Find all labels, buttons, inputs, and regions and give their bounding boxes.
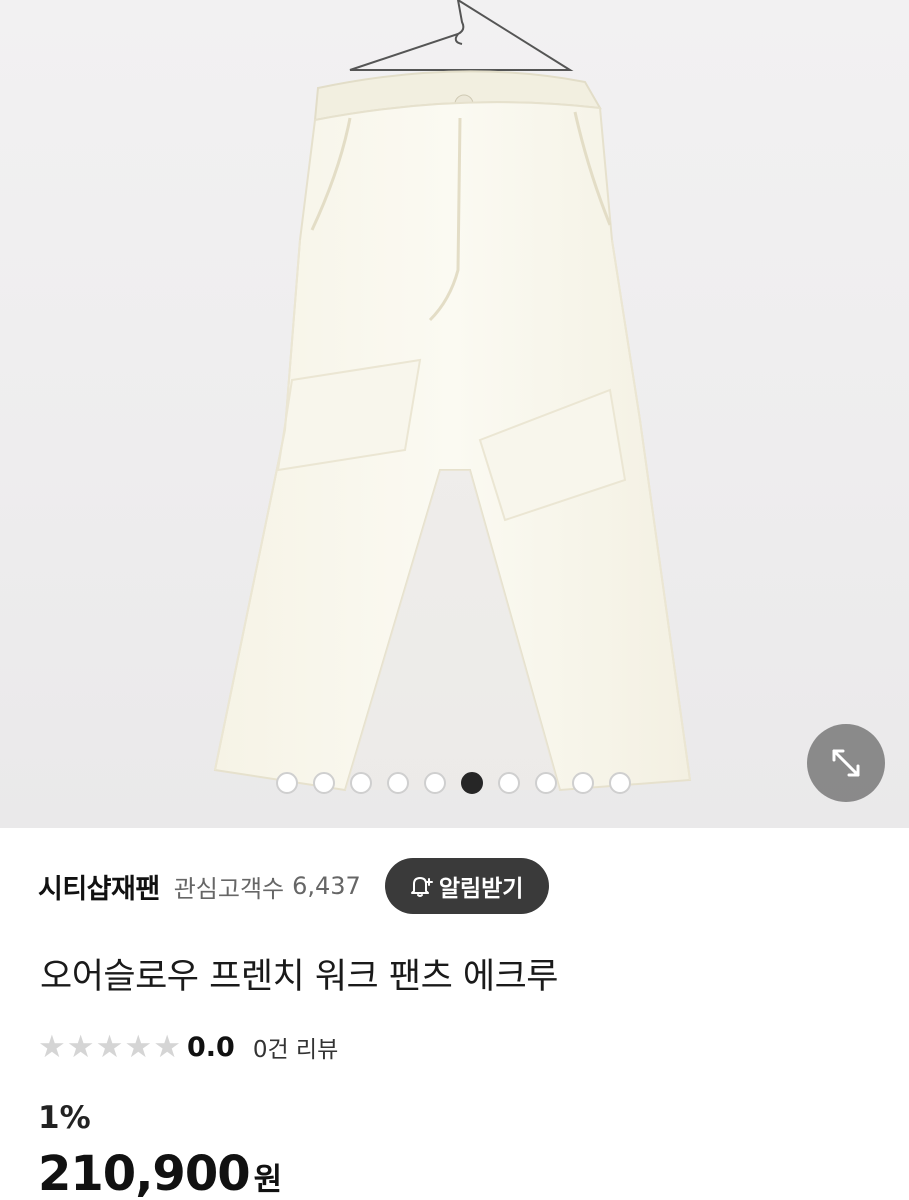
rating-row: ★ ★ ★ ★ ★ 0.0 0건 리뷰 — [38, 1028, 338, 1066]
discount-rate: 1% — [38, 1100, 91, 1136]
price-currency: 원 — [253, 1162, 283, 1198]
rating-value: 0.0 — [186, 1031, 235, 1063]
alert-button-label: 알림받기 — [438, 876, 524, 902]
star-icon: ★ — [153, 1028, 181, 1065]
gallery-dot-10[interactable] — [609, 772, 631, 794]
gallery-pagination — [276, 772, 631, 794]
gallery-dot-1[interactable] — [276, 772, 298, 794]
star-icon: ★ — [66, 1028, 95, 1065]
gallery-dot-8[interactable] — [535, 772, 557, 794]
interest-label: 관심고객수 — [173, 874, 285, 903]
review-count-link[interactable]: 0건 리뷰 — [253, 1030, 338, 1064]
star-icon: ★ — [124, 1028, 153, 1065]
price-row: 210,900 원 — [38, 1146, 282, 1200]
alert-subscribe-button[interactable]: 알림받기 — [384, 858, 550, 914]
gallery-dot-3[interactable] — [350, 772, 372, 794]
star-icon: ★ — [95, 1028, 124, 1065]
rating-stars: ★ ★ ★ ★ ★ — [38, 1028, 181, 1065]
gallery-dot-9[interactable] — [572, 772, 594, 794]
gallery-dot-4[interactable] — [387, 772, 409, 794]
expand-arrows-icon — [832, 749, 860, 777]
bell-plus-icon — [410, 877, 433, 897]
product-image-gallery[interactable] — [0, 0, 909, 828]
store-row: 시티샵재팬 관심고객수 6,437 알림받기 — [38, 858, 878, 914]
store-name[interactable]: 시티샵재팬 — [38, 867, 160, 906]
gallery-dot-7[interactable] — [498, 772, 520, 794]
product-image — [213, 0, 692, 792]
interest-count: 6,437 — [292, 872, 361, 900]
price-value: 210,900 — [38, 1146, 251, 1200]
expand-image-button[interactable] — [807, 724, 885, 802]
gallery-dot-2[interactable] — [313, 772, 335, 794]
product-title: 오어슬로우 프렌치 워크 팬츠 에크루 — [40, 957, 559, 997]
star-icon: ★ — [38, 1028, 66, 1065]
gallery-dot-6[interactable] — [461, 772, 483, 794]
gallery-dot-5[interactable] — [424, 772, 446, 794]
